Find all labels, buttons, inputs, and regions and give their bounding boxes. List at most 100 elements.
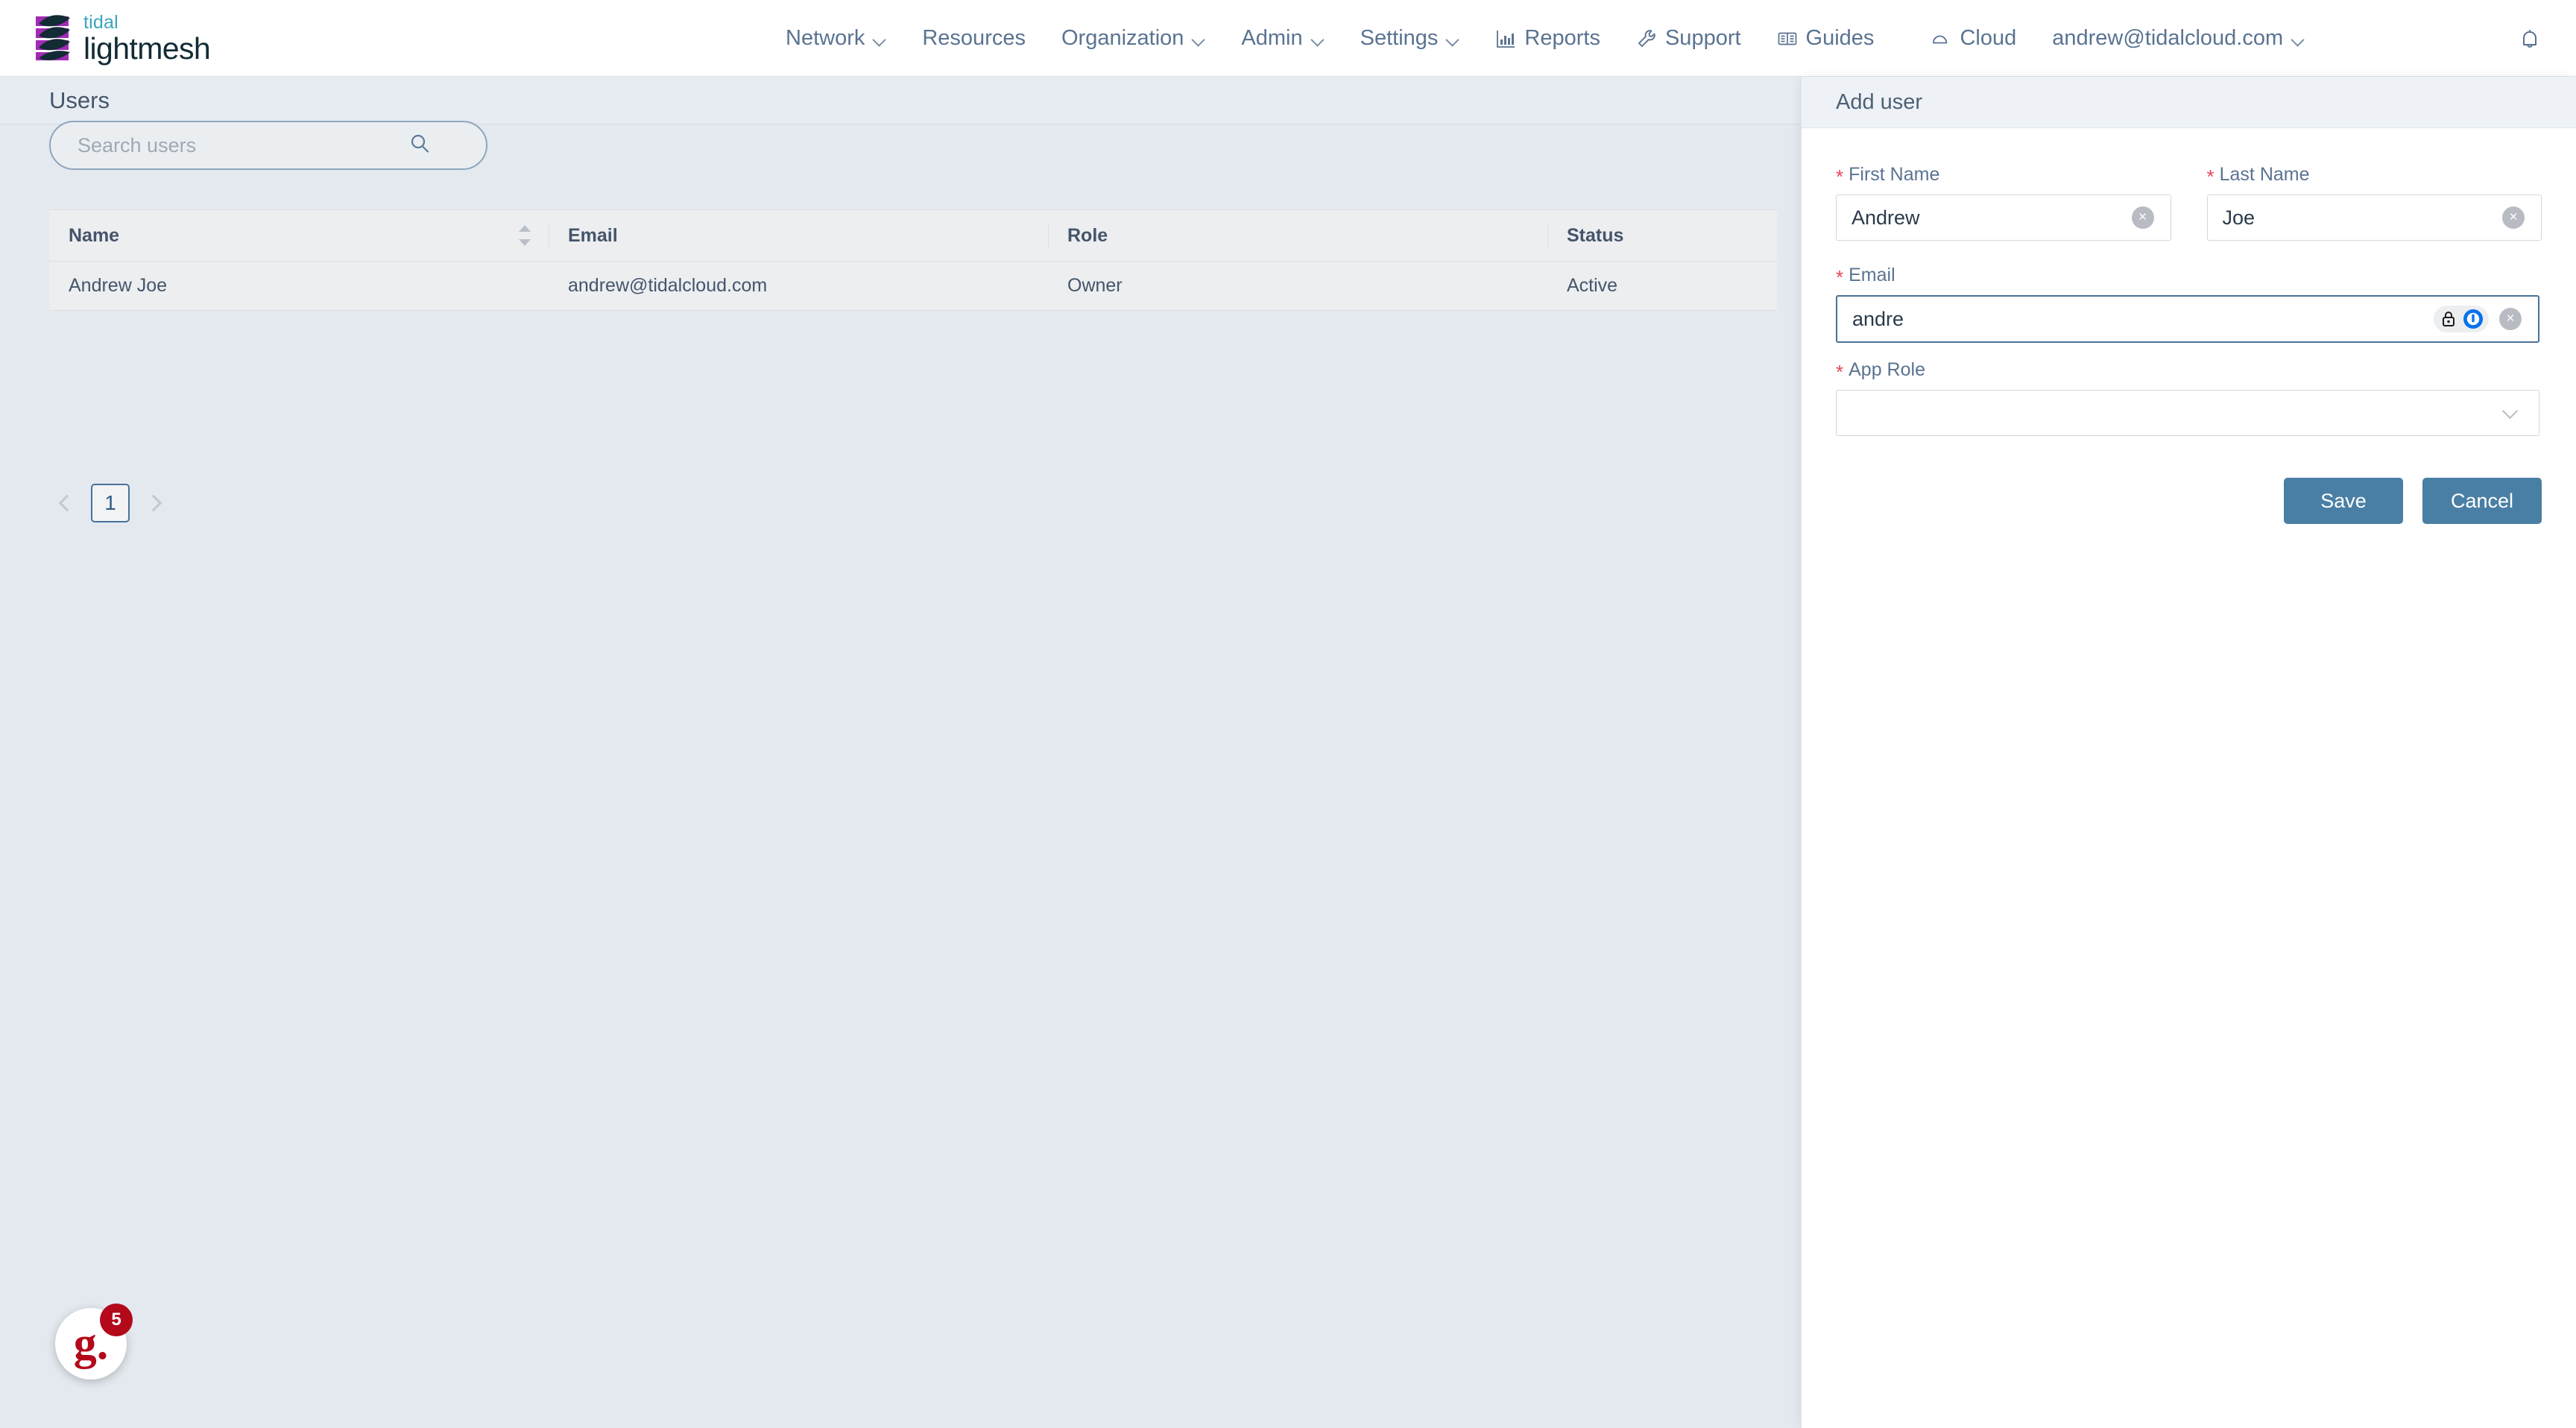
last-name-label-text: Last Name bbox=[2219, 164, 2310, 185]
first-name-input-wrapper[interactable]: × bbox=[1836, 195, 2171, 241]
nav-item-settings-label: Settings bbox=[1360, 26, 1439, 50]
chevron-down-icon bbox=[1446, 34, 1459, 47]
pagination-page-1[interactable]: 1 bbox=[91, 484, 130, 522]
column-header-status[interactable]: Status bbox=[1547, 209, 1771, 262]
cell-role: Owner bbox=[1067, 275, 1123, 296]
nav-item-resources-label: Resources bbox=[922, 26, 1026, 50]
page-title: Users bbox=[49, 86, 110, 113]
cell-name: Andrew Joe bbox=[69, 275, 168, 296]
first-name-input[interactable] bbox=[1837, 195, 2171, 240]
chevron-down-icon bbox=[1192, 34, 1205, 47]
book-icon bbox=[1777, 28, 1798, 49]
nav-item-support[interactable]: Support bbox=[1618, 0, 1759, 77]
nav-item-organization[interactable]: Organization bbox=[1044, 0, 1223, 77]
clear-first-name-icon[interactable]: × bbox=[2131, 206, 2154, 229]
nav-item-resources[interactable]: Resources bbox=[904, 0, 1044, 77]
nav-item-guides-label: Guides bbox=[1805, 26, 1875, 50]
nav-item-guides[interactable]: Guides bbox=[1759, 0, 1892, 77]
first-name-field-group: * First Name × bbox=[1836, 164, 2171, 241]
nav-item-cloud-label: Cloud bbox=[1960, 26, 2017, 50]
app-role-label: * App Role bbox=[1836, 359, 2539, 383]
last-name-field-group: * Last Name × bbox=[2206, 164, 2542, 241]
add-user-drawer: Add user * First Name × * Last Name bbox=[1801, 77, 2576, 1428]
nav-item-organization-label: Organization bbox=[1061, 26, 1184, 50]
table-row[interactable]: Andrew Joe andrew@tidalcloud.com Owner A… bbox=[49, 262, 1777, 311]
column-header-name-label: Name bbox=[69, 224, 120, 246]
required-asterisk: * bbox=[1836, 361, 1844, 383]
bell-icon bbox=[2518, 27, 2542, 51]
nav-item-network[interactable]: Network bbox=[768, 0, 904, 77]
name-fields-row: * First Name × * Last Name × bbox=[1836, 164, 2542, 248]
last-name-label: * Last Name bbox=[2207, 164, 2542, 186]
page-header: Users bbox=[0, 77, 1801, 124]
nav-item-admin[interactable]: Admin bbox=[1223, 0, 1342, 77]
cancel-button[interactable]: Cancel bbox=[2422, 478, 2542, 524]
email-label-text: Email bbox=[1849, 265, 1895, 285]
onepassword-icon[interactable] bbox=[2434, 306, 2489, 332]
cell-status: Active bbox=[1567, 275, 1618, 296]
nav-item-admin-label: Admin bbox=[1241, 26, 1303, 50]
column-header-name[interactable]: Name bbox=[49, 209, 549, 262]
first-name-label: * First Name bbox=[1836, 164, 2171, 186]
column-header-status-label: Status bbox=[1567, 224, 1624, 246]
email-field-group: * Email × bbox=[1836, 265, 2539, 343]
pagination: 1 bbox=[49, 483, 171, 523]
account-email-label: andrew@tidalcloud.com bbox=[2052, 26, 2284, 50]
pagination-next-button[interactable] bbox=[136, 483, 171, 523]
column-header-role-label: Role bbox=[1067, 224, 1108, 246]
sort-arrows-icon[interactable] bbox=[519, 225, 532, 246]
column-header-email-label: Email bbox=[568, 224, 618, 246]
brand-logo[interactable]: tidal lightmesh bbox=[34, 10, 211, 64]
nav-item-reports-label: Reports bbox=[1524, 26, 1600, 50]
top-nav-right-actions bbox=[2496, 0, 2576, 77]
nav-item-settings[interactable]: Settings bbox=[1342, 0, 1478, 77]
chevron-down-icon[interactable] bbox=[2504, 405, 2519, 420]
app-role-select-wrapper[interactable] bbox=[1836, 390, 2539, 436]
bar-chart-icon bbox=[1495, 28, 1516, 49]
save-button[interactable]: Save bbox=[2284, 478, 2403, 524]
clear-email-icon[interactable]: × bbox=[2499, 308, 2522, 330]
notifications-button[interactable] bbox=[2496, 0, 2576, 77]
cloud-icon bbox=[1931, 28, 1951, 49]
top-navigation-bar: tidal lightmesh Network Resources Organi… bbox=[0, 0, 2576, 77]
table-header-row: Name Email Role Status bbox=[49, 209, 1777, 262]
search-icon[interactable] bbox=[407, 131, 432, 160]
guides-widget-badge: 5 bbox=[100, 1304, 133, 1336]
brand-logo-tidal: tidal bbox=[83, 12, 119, 33]
nav-item-reports[interactable]: Reports bbox=[1477, 0, 1618, 77]
add-user-form: * First Name × * Last Name × bbox=[1802, 128, 2576, 524]
search-users-box[interactable] bbox=[49, 121, 487, 170]
drawer-title: Add user bbox=[1836, 89, 1923, 114]
nav-item-cloud[interactable]: Cloud bbox=[1913, 0, 2034, 77]
chevron-left-icon bbox=[58, 494, 76, 512]
required-asterisk: * bbox=[2206, 165, 2214, 188]
search-input[interactable] bbox=[51, 133, 401, 157]
clear-last-name-icon[interactable]: × bbox=[2502, 206, 2525, 229]
chevron-down-icon bbox=[1311, 34, 1325, 47]
nav-item-account-menu[interactable]: andrew@tidalcloud.com bbox=[2034, 0, 2323, 77]
pagination-prev-button[interactable] bbox=[49, 483, 85, 523]
app-role-field-group: * App Role bbox=[1836, 359, 2539, 436]
column-header-email[interactable]: Email bbox=[549, 209, 1048, 262]
guides-help-widget[interactable]: g. 5 bbox=[55, 1304, 133, 1380]
chevron-down-icon bbox=[873, 34, 886, 47]
column-header-role[interactable]: Role bbox=[1048, 209, 1547, 262]
app-role-select-input[interactable] bbox=[1837, 391, 2539, 435]
wrench-icon bbox=[1636, 28, 1657, 49]
chevron-down-icon bbox=[2291, 34, 2305, 47]
last-name-input-wrapper[interactable]: × bbox=[2206, 195, 2542, 241]
required-asterisk: * bbox=[1836, 266, 1844, 288]
lightmesh-logo-icon bbox=[34, 10, 73, 64]
drawer-header: Add user bbox=[1802, 77, 2576, 128]
app-role-label-text: App Role bbox=[1849, 359, 1925, 380]
chevron-right-icon bbox=[145, 494, 162, 512]
email-input-wrapper[interactable]: × bbox=[1836, 295, 2539, 343]
last-name-input[interactable] bbox=[2207, 195, 2541, 240]
users-table: Name Email Role Status Andrew Joe andrew… bbox=[49, 209, 1777, 311]
nav-item-network-label: Network bbox=[786, 26, 865, 50]
required-asterisk: * bbox=[1836, 165, 1844, 188]
form-actions: Save Cancel bbox=[1836, 478, 2542, 524]
cell-email: andrew@tidalcloud.com bbox=[568, 275, 768, 296]
email-input[interactable] bbox=[1837, 297, 2538, 341]
email-label: * Email bbox=[1836, 265, 2539, 288]
